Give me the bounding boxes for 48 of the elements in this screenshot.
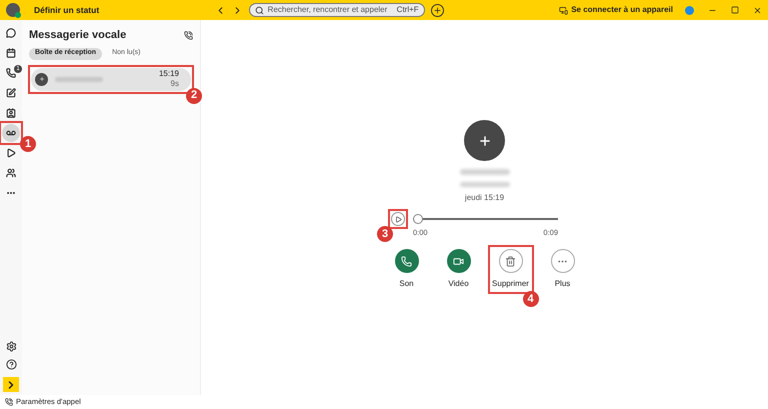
seek-thumb[interactable] [413, 214, 423, 224]
contact-icon [6, 108, 16, 118]
shortcut-hint: Ctrl+F [396, 4, 419, 16]
voicemail-icon [6, 128, 16, 138]
app-logo-button[interactable] [3, 377, 19, 392]
play-icon [394, 216, 402, 222]
phone-icon [401, 256, 412, 267]
people-icon [6, 168, 16, 178]
settings-icon[interactable] [6, 341, 16, 352]
search-field[interactable]: Rechercher, rencontrer et appeler Ctrl+F [248, 3, 425, 17]
avatar-icon[interactable] [6, 3, 20, 17]
close-icon[interactable] [753, 6, 762, 14]
delete-button[interactable]: Supprimer [490, 248, 530, 292]
chat-icon [6, 28, 16, 38]
app-icon[interactable] [685, 6, 694, 14]
help-icon[interactable] [6, 359, 16, 370]
audio-call-button[interactable]: Son [386, 248, 426, 292]
play-icon [6, 148, 16, 158]
callout-number: 4 [522, 291, 538, 308]
plus-icon [38, 76, 44, 82]
blurred-number [460, 182, 510, 187]
phone-icon [6, 68, 16, 78]
search-icon [254, 6, 264, 14]
add-button[interactable] [430, 4, 444, 16]
panel-title: Messagerie vocale [29, 28, 126, 43]
restore-icon[interactable] [731, 6, 739, 14]
trash-icon [505, 256, 516, 267]
status-link[interactable]: Définir un statut [34, 4, 100, 16]
connect-device-link[interactable]: Se connecter à un appareil [571, 4, 673, 16]
video-call-button[interactable]: Vidéo [438, 248, 478, 292]
voicemail-item[interactable]: 15:19 9s [31, 68, 191, 90]
callout-number: 3 [377, 226, 393, 242]
call-settings-icon[interactable] [184, 30, 193, 40]
callout-number: 2 [186, 88, 202, 104]
calendar-icon [6, 48, 16, 58]
voicemail-time: 15:19 [158, 69, 179, 79]
more-button[interactable]: Plus [542, 248, 582, 292]
video-icon [453, 256, 464, 267]
edit-icon [6, 88, 16, 98]
voicemail-duration: 9s [170, 79, 179, 89]
blurred-name [460, 169, 510, 175]
seek-bar[interactable] [413, 214, 558, 224]
plus-icon [432, 6, 442, 14]
blurred-name [55, 76, 103, 82]
voicemail-date: jeudi 15:19 [464, 192, 504, 204]
device-icon [559, 6, 568, 14]
plus-icon [478, 134, 492, 148]
call-settings-icon [5, 398, 13, 406]
